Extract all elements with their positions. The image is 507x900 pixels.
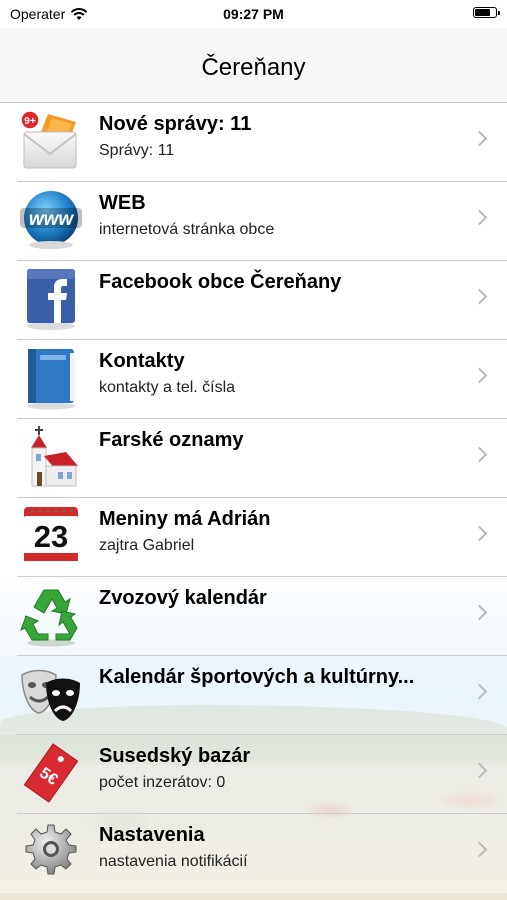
list-item-bazaar[interactable]: 5€ Susedský bazár počet inzerátov: 0 <box>0 735 507 814</box>
mail-icon: 9+ <box>18 108 84 174</box>
row-subtitle: internetová stránka obce <box>99 221 275 238</box>
list-item-messages[interactable]: 9+ Nové správy: 11 Správy: 11 <box>0 103 507 182</box>
page-title: Čereňany <box>201 54 306 81</box>
list-item-web[interactable]: www WEB internetová stránka obce <box>0 182 507 261</box>
chevron-right-icon <box>471 209 488 226</box>
menu-list: 9+ Nové správy: 11 Správy: 11 www WEB in… <box>0 103 507 893</box>
chevron-right-icon <box>471 288 488 305</box>
row-title: Kontakty <box>99 350 185 372</box>
list-item-contacts[interactable]: Kontakty kontakty a tel. čísla <box>0 340 507 419</box>
row-title: Susedský bazár <box>99 745 251 767</box>
calendar-date: 23 <box>34 519 68 554</box>
recycle-icon <box>18 582 84 648</box>
clock: 09:27 PM <box>223 6 284 22</box>
address-book-icon <box>18 345 84 411</box>
chevron-right-icon <box>471 683 488 700</box>
row-title: Meniny má Adrián <box>99 508 271 530</box>
row-title: WEB <box>99 192 146 214</box>
list-item-waste-calendar[interactable]: Zvozový kalendár <box>0 577 507 656</box>
list-item-namedays[interactable]: 23 Meniny má Adrián zajtra Gabriel <box>0 498 507 577</box>
list-item-settings[interactable]: Nastavenia nastavenia notifikácií <box>0 814 507 893</box>
theater-masks-icon <box>18 661 84 727</box>
globe-www-icon: www <box>18 187 84 253</box>
row-title: Nové správy: 11 <box>99 113 252 135</box>
price-tag-icon: 5€ <box>18 740 84 806</box>
list-item-events-calendar[interactable]: Kalendár športových a kultúrny... <box>0 656 507 735</box>
navigation-bar: Čereňany <box>0 28 507 103</box>
row-subtitle: počet inzerátov: 0 <box>99 774 226 791</box>
chevron-right-icon <box>471 525 488 542</box>
chevron-right-icon <box>471 367 488 384</box>
row-subtitle: zajtra Gabriel <box>99 537 195 554</box>
list-item-facebook[interactable]: Facebook obce Čereňany <box>0 261 507 340</box>
chevron-right-icon <box>471 130 488 147</box>
status-bar: Operater 09:27 PM <box>0 0 507 28</box>
chevron-right-icon <box>471 604 488 621</box>
chevron-right-icon <box>471 841 488 858</box>
row-title: Nastavenia <box>99 824 205 846</box>
church-icon <box>18 424 84 490</box>
row-title: Facebook obce Čereňany <box>99 271 342 293</box>
badge-count: 9+ <box>24 116 36 127</box>
row-title: Zvozový kalendár <box>99 587 267 609</box>
row-subtitle: kontakty a tel. čísla <box>99 379 236 396</box>
chevron-right-icon <box>471 762 488 779</box>
row-subtitle: nastavenia notifikácií <box>99 853 248 870</box>
chevron-right-icon <box>471 446 488 463</box>
facebook-icon <box>18 266 84 332</box>
list-item-parish[interactable]: Farské oznamy <box>0 419 507 498</box>
gear-icon <box>18 819 84 885</box>
battery-icon <box>473 7 500 18</box>
calendar-icon: 23 <box>18 503 84 569</box>
svg-text:www: www <box>29 209 75 230</box>
row-title: Kalendár športových a kultúrny... <box>99 666 415 688</box>
row-subtitle: Správy: 11 <box>99 142 175 159</box>
row-title: Farské oznamy <box>99 429 244 451</box>
